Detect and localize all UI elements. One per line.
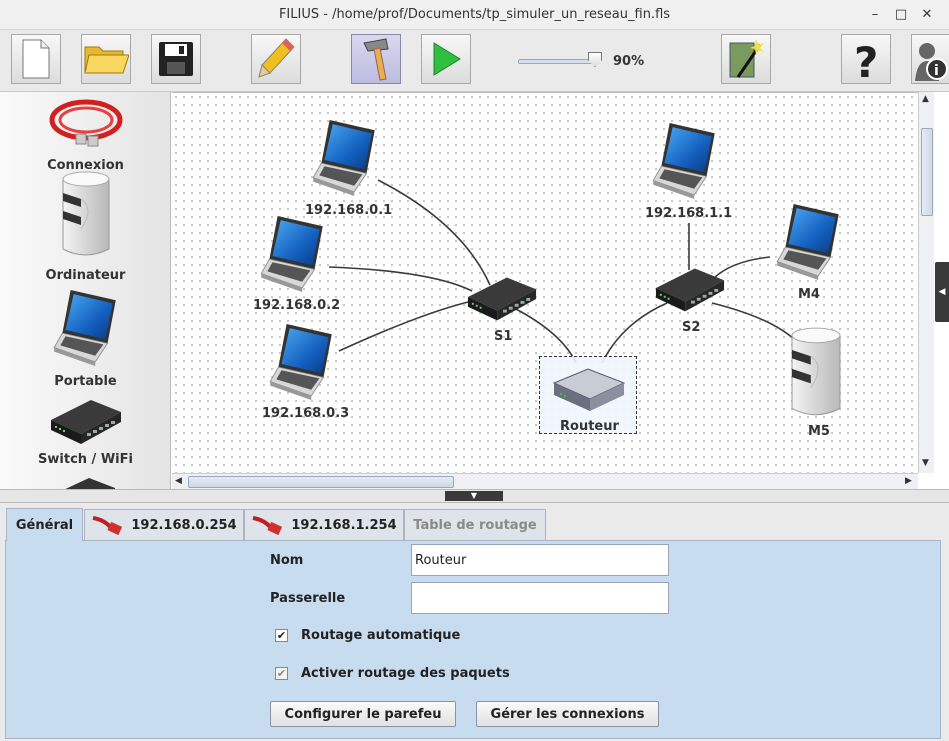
laptop-node-2[interactable] <box>250 214 336 294</box>
cable-icon <box>49 99 122 147</box>
ethernet-cable-icon <box>92 516 123 536</box>
partial-device-icon <box>64 478 115 489</box>
side-panel-toggle[interactable]: ◀ <box>935 262 949 322</box>
node-label: 192.168.0.3 <box>262 406 350 421</box>
name-field[interactable] <box>411 544 669 576</box>
palette-item-partial <box>0 472 170 489</box>
info-icon: i <box>915 43 948 81</box>
horizontal-scroll-thumb[interactable] <box>188 476 454 488</box>
zoom-slider-thumb[interactable] <box>588 52 602 67</box>
minimize-button[interactable]: – <box>866 6 884 24</box>
close-button[interactable]: ✕ <box>918 6 936 24</box>
configure-firewall-button[interactable]: Configurer le parefeu <box>270 701 456 727</box>
node-label: 192.168.0.1 <box>305 203 393 218</box>
palette-item-connexion[interactable]: Connexion <box>0 96 170 173</box>
laptop-node-4[interactable] <box>642 121 728 201</box>
switch-node-s1[interactable] <box>466 271 538 323</box>
computer-node-m5[interactable] <box>778 325 854 421</box>
manage-connections-button[interactable]: Gérer les connexions <box>476 701 659 727</box>
build-mode-button[interactable] <box>351 34 401 84</box>
scroll-left-arrow-icon[interactable]: ◀ <box>175 476 182 486</box>
tab-label: Table de routage <box>413 517 537 533</box>
properties-panel: Général 192.168.0.254 192.168.1.254 Tabl… <box>0 503 949 741</box>
pencil-icon <box>258 38 295 78</box>
palette-item-label: Ordinateur <box>45 268 126 283</box>
help-button[interactable]: ? <box>841 34 891 84</box>
folder-icon <box>84 46 129 74</box>
tab-label: 192.168.0.254 <box>131 517 237 533</box>
play-icon <box>433 42 461 76</box>
new-file-icon <box>22 39 50 79</box>
palette-item-switch[interactable]: Switch / WiFi <box>0 394 170 467</box>
laptop-node-3[interactable] <box>259 322 345 402</box>
open-file-button[interactable] <box>81 34 131 84</box>
router-icon <box>552 368 626 411</box>
window-title: FILIUS - /home/prof/Documents/tp_simuler… <box>278 7 671 22</box>
general-tab-content: Nom Passerelle ✔ Routage automatique ✔ A… <box>5 540 941 739</box>
laptop-node-1[interactable] <box>302 118 388 198</box>
collapse-arrow-icon[interactable]: ▼ <box>445 491 503 501</box>
laptop-icon <box>53 289 116 367</box>
tab-label: Général <box>15 517 74 533</box>
laptop-node-m4[interactable] <box>766 202 852 282</box>
vertical-scroll-thumb[interactable] <box>921 128 933 216</box>
zoom-label: 90% <box>613 54 645 69</box>
palette-item-portable[interactable]: Portable <box>0 288 170 389</box>
maximize-button[interactable]: □ <box>892 6 910 24</box>
node-label: 192.168.0.2 <box>253 298 341 313</box>
switch-node-s2[interactable] <box>654 262 726 314</box>
network-canvas[interactable]: 192.168.0.1 192.168.0.2 192.168.0.3 S1 R… <box>172 92 918 473</box>
scroll-right-arrow-icon[interactable]: ▶ <box>905 476 912 486</box>
wizard-button[interactable] <box>721 34 771 84</box>
hammer-icon <box>363 38 389 81</box>
question-mark-icon: ? <box>854 38 878 81</box>
node-label: S1 <box>494 329 513 344</box>
tab-routing-table[interactable]: Table de routage <box>404 509 546 540</box>
node-label: M4 <box>798 287 820 302</box>
computer-icon <box>62 171 109 256</box>
simulation-mode-button[interactable] <box>421 34 471 84</box>
svg-text:?: ? <box>854 38 878 81</box>
info-button[interactable]: i <box>911 34 949 84</box>
tab-interface-1[interactable]: 192.168.0.254 <box>84 509 244 540</box>
auto-routing-label: Routage automatique <box>301 628 461 643</box>
gateway-label: Passerelle <box>270 591 346 606</box>
auto-routing-checkbox[interactable]: ✔ <box>275 629 288 642</box>
tab-general[interactable]: Général <box>6 508 83 541</box>
gateway-field[interactable] <box>411 582 669 614</box>
palette-item-ordinateur[interactable]: Ordinateur <box>0 168 170 283</box>
cable-l1-s1 <box>377 179 491 286</box>
cable-l3-s1 <box>338 300 473 352</box>
packet-routing-label: Activer routage des paquets <box>301 666 510 681</box>
design-mode-button[interactable] <box>251 34 301 84</box>
packet-routing-checkbox[interactable]: ✔ <box>275 667 288 680</box>
name-label: Nom <box>270 553 304 568</box>
title-bar: FILIUS - /home/prof/Documents/tp_simuler… <box>0 0 949 30</box>
split-divider[interactable]: ▼ <box>0 489 949 503</box>
horizontal-scrollbar[interactable]: ◀ ▶ <box>172 473 918 489</box>
cable-l2-s1 <box>328 266 473 292</box>
palette-item-label: Portable <box>54 374 117 389</box>
node-label: S2 <box>682 320 701 335</box>
palette-item-label: Switch / WiFi <box>38 452 133 467</box>
tab-interface-2[interactable]: 192.168.1.254 <box>244 509 404 540</box>
floppy-icon <box>159 42 193 76</box>
scroll-down-arrow-icon[interactable]: ▼ <box>922 458 929 468</box>
magic-wand-icon <box>729 39 764 78</box>
vertical-scrollbar[interactable]: ▲ ▼ <box>918 92 934 473</box>
switch-icon <box>50 400 121 444</box>
component-palette: Connexion Ordinateur Portable Switch / W… <box>0 92 171 489</box>
save-button[interactable] <box>151 34 201 84</box>
svg-text:i: i <box>934 63 939 79</box>
tab-label: 192.168.1.254 <box>291 517 397 533</box>
node-label: M5 <box>808 424 830 439</box>
zoom-slider[interactable] <box>518 52 604 67</box>
toolbar: 90% ? i <box>0 30 949 92</box>
node-label: 192.168.1.1 <box>645 206 733 221</box>
ethernet-cable-icon <box>252 516 283 536</box>
new-file-button[interactable] <box>11 34 61 84</box>
node-label: Routeur <box>560 419 619 434</box>
scroll-up-arrow-icon[interactable]: ▲ <box>922 94 929 104</box>
